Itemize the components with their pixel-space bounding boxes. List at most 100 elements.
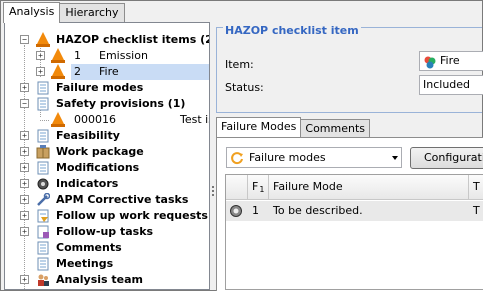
expand-toggle-icon[interactable]: + bbox=[20, 147, 29, 156]
tree-node-analysis-team[interactable]: + Analysis team bbox=[5, 272, 209, 288]
cell-failure-mode: To be described. bbox=[273, 204, 363, 217]
tree-node-safety-provisions[interactable]: − Safety provisions (1) bbox=[5, 96, 209, 112]
analysis-tree: − HAZOP checklist items (2) + 1 Emission… bbox=[4, 22, 210, 290]
traffic-cone-icon bbox=[36, 32, 50, 47]
cell-f: 1 bbox=[252, 204, 259, 217]
tree-node-hazop-checklist[interactable]: − HAZOP checklist items (2) bbox=[5, 32, 210, 48]
team-icon bbox=[36, 273, 50, 287]
package-icon bbox=[36, 145, 50, 159]
chevron-down-icon bbox=[392, 156, 398, 160]
tree-node-label: Follow up work requests bbox=[56, 209, 208, 222]
item-number: 1 bbox=[74, 49, 81, 62]
tree-node-label: Safety provisions (1) bbox=[56, 97, 186, 110]
checklist-icon bbox=[36, 161, 50, 175]
expand-toggle-icon[interactable]: + bbox=[20, 163, 29, 172]
tree-node-label: HAZOP checklist items (2) bbox=[56, 33, 210, 46]
view-selector-value: Failure modes bbox=[249, 151, 326, 164]
tree-node-label: Follow-up tasks bbox=[56, 225, 154, 238]
checklist-icon bbox=[36, 81, 50, 95]
expand-toggle-icon[interactable]: + bbox=[20, 227, 29, 236]
collapse-toggle-icon[interactable]: − bbox=[20, 99, 29, 108]
status-label: Status: bbox=[225, 81, 264, 94]
cell-t: T bbox=[473, 204, 480, 217]
collapse-toggle-icon[interactable]: − bbox=[20, 35, 29, 44]
checklist-icon bbox=[36, 257, 50, 271]
splitter-grip bbox=[212, 186, 214, 188]
grid-header-icon-column bbox=[226, 175, 248, 200]
tree-node-failure-modes[interactable]: + Failure modes bbox=[5, 80, 209, 96]
sort-index: 1 bbox=[259, 185, 265, 194]
traffic-cone-icon bbox=[51, 64, 65, 79]
tab-comments[interactable]: Comments bbox=[300, 119, 371, 137]
grid-header-failure-mode[interactable]: Failure Mode bbox=[269, 175, 469, 200]
tree-node-label: Meetings bbox=[56, 257, 114, 270]
main-tab-strip: Analysis Hierarchy bbox=[3, 2, 125, 23]
gear-icon bbox=[229, 204, 243, 221]
gear-icon bbox=[36, 177, 50, 191]
checklist-icon bbox=[36, 129, 50, 143]
tree-node-modifications[interactable]: + Modifications bbox=[5, 160, 209, 176]
status-value: Included bbox=[423, 78, 471, 91]
item-label: Fire bbox=[99, 65, 119, 78]
application-window: Analysis Hierarchy − HAZOP checklist ite… bbox=[0, 0, 483, 291]
grid-header-t[interactable]: T bbox=[469, 175, 483, 200]
configuration-button[interactable]: Configuration bbox=[410, 147, 483, 169]
tree-node-label: Modifications bbox=[56, 161, 140, 174]
tree-node-label: Comments bbox=[56, 241, 122, 254]
item-label: Emission bbox=[99, 49, 148, 62]
task-icon bbox=[36, 225, 50, 239]
item-field[interactable]: Fire bbox=[419, 51, 483, 71]
tree-node-label: Work package bbox=[56, 145, 144, 158]
item-label: Item: bbox=[225, 58, 254, 71]
tree-node-label: Failure modes bbox=[56, 81, 144, 94]
checklist-item-group: HAZOP checklist item Item: Fire Status: … bbox=[216, 24, 483, 113]
failure-modes-panel: Failure modes Configuration F1 Failure M… bbox=[216, 137, 483, 291]
tree-node-comments[interactable]: Comments bbox=[5, 240, 209, 256]
detail-tab-strip: Failure Modes Comments bbox=[216, 117, 371, 139]
tree-node-label: Feasibility bbox=[56, 129, 120, 142]
checklist-icon bbox=[36, 97, 50, 111]
tree-node-label: Indicators bbox=[56, 177, 119, 190]
grid-header-f[interactable]: F1 bbox=[248, 175, 269, 200]
expand-toggle-icon[interactable]: + bbox=[20, 211, 29, 220]
tree-node-checklist-item[interactable]: + 1 Emission bbox=[5, 48, 209, 64]
tree-connector-line bbox=[40, 120, 49, 121]
row-status-cell bbox=[226, 201, 248, 221]
view-selector-dropdown[interactable]: Failure modes bbox=[226, 147, 402, 168]
refresh-icon bbox=[230, 151, 244, 168]
tree-node-work-package[interactable]: + Work package bbox=[5, 144, 209, 160]
selection-highlight bbox=[71, 64, 209, 80]
tree-node-feasibility[interactable]: + Feasibility bbox=[5, 128, 209, 144]
failure-modes-grid: F1 Failure Mode T 1 To be described. T bbox=[225, 174, 483, 290]
tree-node-meetings[interactable]: Meetings bbox=[5, 256, 209, 272]
tree-node-apm-corrective-tasks[interactable]: + APM Corrective tasks bbox=[5, 192, 209, 208]
status-field[interactable]: Included bbox=[419, 75, 483, 95]
pane-splitter[interactable] bbox=[211, 22, 215, 290]
expand-toggle-icon[interactable]: + bbox=[36, 67, 45, 76]
tree-node-label: APM Corrective tasks bbox=[56, 193, 189, 206]
tree-node-safety-item[interactable]: 000016 Test is bbox=[5, 112, 209, 128]
expand-toggle-icon[interactable]: + bbox=[20, 131, 29, 140]
tab-analysis[interactable]: Analysis bbox=[3, 2, 61, 23]
traffic-cone-icon bbox=[51, 112, 65, 127]
item-number: 2 bbox=[74, 65, 81, 78]
grid-header-f-label: F bbox=[252, 180, 259, 193]
tab-hierarchy[interactable]: Hierarchy bbox=[59, 3, 125, 22]
expand-toggle-icon[interactable]: + bbox=[20, 275, 29, 284]
tree-node-indicators[interactable]: + Indicators bbox=[5, 176, 209, 192]
tree-node-checklist-item[interactable]: + 2 Fire bbox=[5, 64, 209, 80]
item-number: 000016 bbox=[74, 113, 116, 126]
tree-node-label: Analysis team bbox=[56, 273, 144, 286]
item-value: Fire bbox=[440, 54, 460, 67]
tree-node-follow-up-tasks[interactable]: + Follow-up tasks bbox=[5, 224, 209, 240]
tree-node-follow-up-work-requests[interactable]: + Follow up work requests bbox=[5, 208, 209, 224]
expand-toggle-icon[interactable]: + bbox=[20, 83, 29, 92]
tab-failure-modes[interactable]: Failure Modes bbox=[216, 117, 302, 137]
checklist-icon bbox=[36, 241, 50, 255]
expand-toggle-icon[interactable]: + bbox=[36, 51, 45, 60]
group-title: HAZOP checklist item bbox=[223, 24, 361, 37]
expand-toggle-icon[interactable]: + bbox=[20, 195, 29, 204]
fire-icon bbox=[423, 55, 437, 70]
splitter-grip bbox=[212, 190, 214, 192]
expand-toggle-icon[interactable]: + bbox=[20, 179, 29, 188]
